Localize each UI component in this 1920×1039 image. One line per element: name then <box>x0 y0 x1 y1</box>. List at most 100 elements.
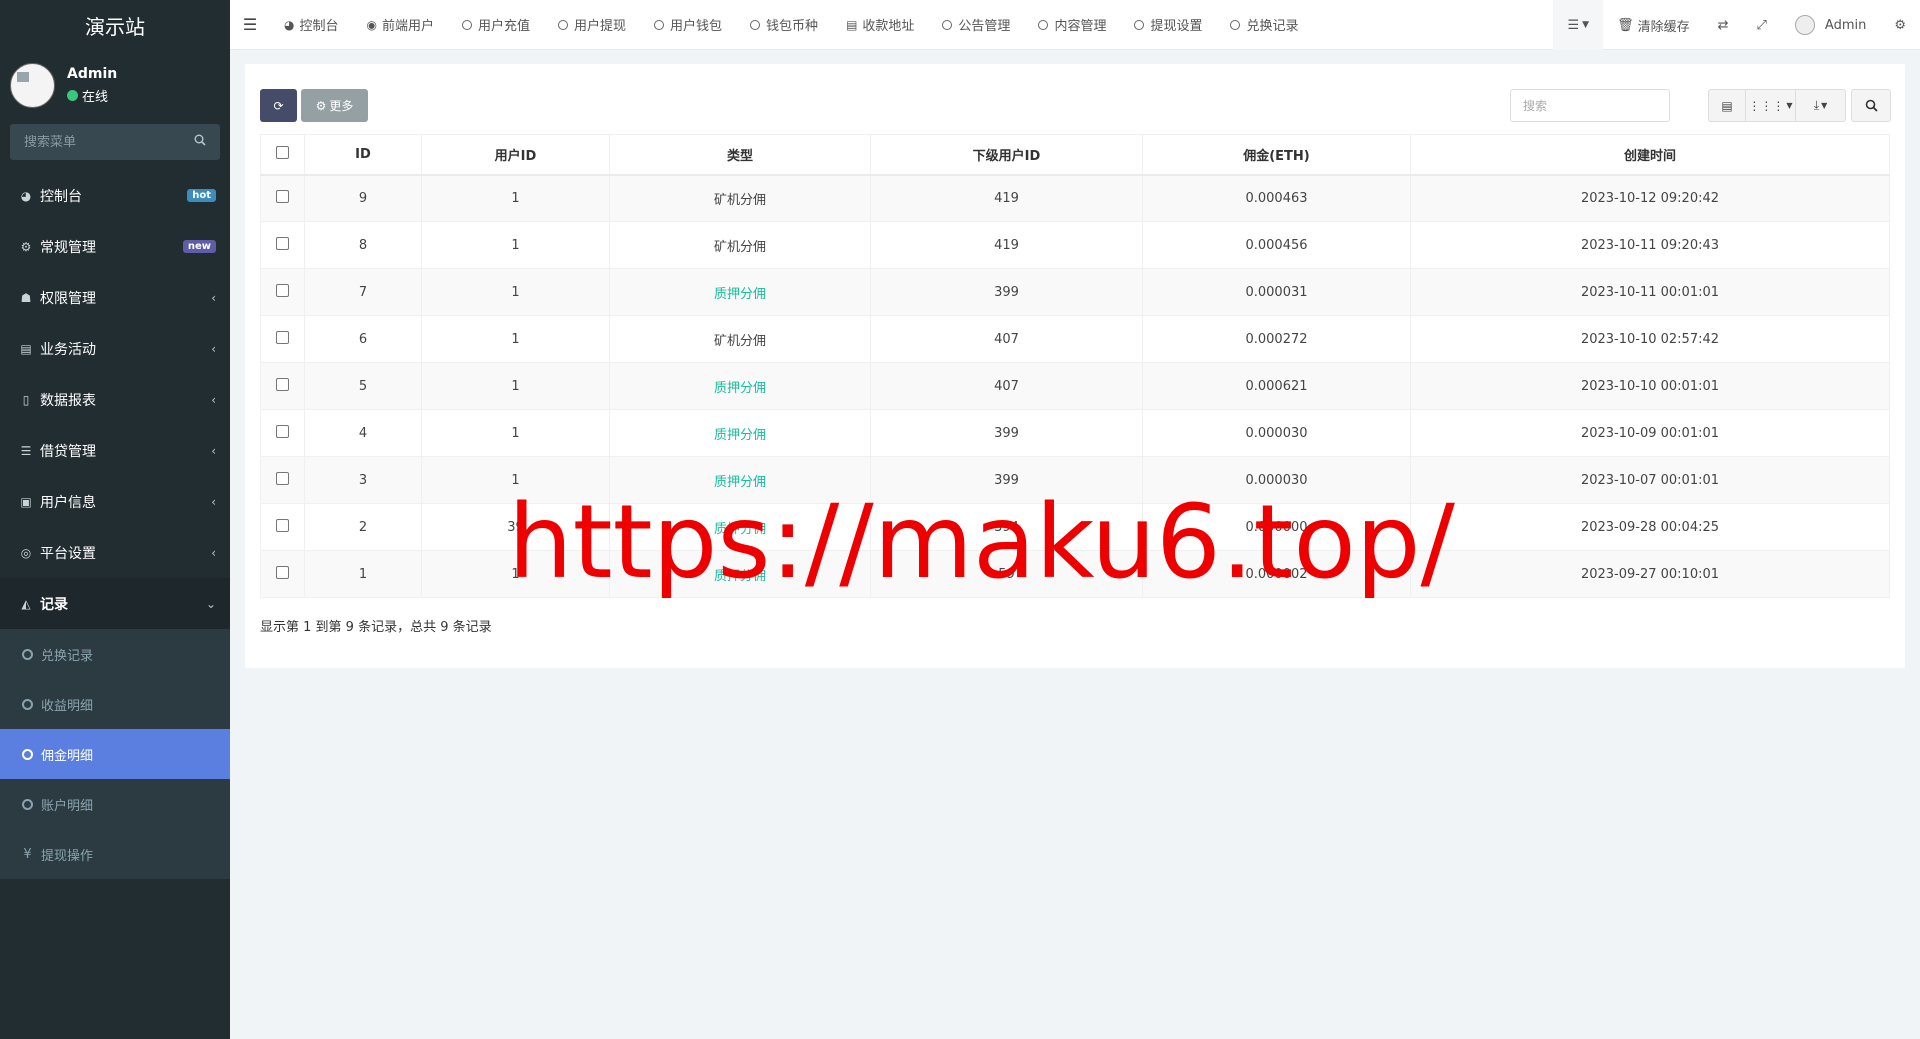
row-select-cell <box>260 221 305 269</box>
row-checkbox[interactable] <box>276 424 289 438</box>
table-row[interactable]: 4 1 质押分佣 399 0.000030 2023-10-09 00:01:01 <box>260 409 1890 457</box>
tab-dashboard[interactable]: ◕ 控制台 <box>270 0 353 50</box>
sidebar-item-users[interactable]: ▣ 用户信息 ‹ <box>0 476 230 527</box>
tab-notice[interactable]: 公告管理 <box>928 0 1024 50</box>
cell-user-id: 1 <box>421 221 610 269</box>
search-icon[interactable] <box>194 134 206 150</box>
tab-wallet[interactable]: 用户钱包 <box>640 0 736 50</box>
tab-recharge[interactable]: 用户充值 <box>448 0 544 50</box>
tabs-dropdown-button[interactable]: ☰ ▼ <box>1553 0 1604 50</box>
col-sub-user-id[interactable]: 下级用户ID <box>870 134 1143 176</box>
row-checkbox[interactable] <box>276 330 289 344</box>
table-row[interactable]: 6 1 矿机分佣 407 0.000272 2023-10-10 02:57:42 <box>260 315 1890 363</box>
more-button[interactable]: ⚙ 更多 <box>301 89 368 122</box>
cell-sub-user-id: 59 <box>870 550 1143 598</box>
cell-sub-user-id: 407 <box>870 362 1143 410</box>
tab-exchange-records[interactable]: 兑换记录 <box>1216 0 1312 50</box>
cell-id: 8 <box>304 221 422 269</box>
row-checkbox[interactable] <box>276 189 289 203</box>
cell-commission: 0.000272 <box>1142 315 1411 363</box>
sidebar-item-dashboard[interactable]: ◕ 控制台 hot <box>0 170 230 221</box>
sidebar-item-auth[interactable]: ☗ 权限管理 ‹ <box>0 272 230 323</box>
circle-icon <box>1134 19 1145 30</box>
tab-frontend-users[interactable]: ◉ 前端用户 <box>353 0 449 50</box>
clear-cache-button[interactable]: 🗑 清除缓存 <box>1603 0 1704 50</box>
table-row[interactable]: 1 1 质押分佣 59 0.000002 2023-09-27 00:10:01 <box>260 550 1890 598</box>
tab-withdraw-settings[interactable]: 提现设置 <box>1120 0 1216 50</box>
search-input[interactable] <box>1510 89 1670 122</box>
menu-toggle-icon[interactable]: ☰ <box>230 15 270 34</box>
refresh-button[interactable]: ⟳ <box>260 89 297 122</box>
col-user-id[interactable]: 用户ID <box>421 134 610 176</box>
fullscreen-icon[interactable]: ⤢ <box>1743 0 1781 50</box>
settings-cogs-icon[interactable]: ⚙ <box>1880 0 1920 50</box>
cell-id: 3 <box>304 456 422 504</box>
chevron-left-icon: ‹ <box>211 290 216 305</box>
sidebar-item-reports[interactable]: ▯ 数据报表 ‹ <box>0 374 230 425</box>
sidebar-item-loans[interactable]: ☰ 借贷管理 ‹ <box>0 425 230 476</box>
circle-icon <box>558 19 569 30</box>
tab-content[interactable]: 内容管理 <box>1024 0 1120 50</box>
table-row[interactable]: 5 1 质押分佣 407 0.000621 2023-10-10 00:01:01 <box>260 362 1890 410</box>
tab-address[interactable]: ▤ 收款地址 <box>832 0 928 50</box>
caret-down-icon: ▼ <box>1786 101 1793 110</box>
select-all-checkbox[interactable] <box>276 145 289 159</box>
download-icon: ⤓ <box>1813 98 1820 112</box>
brand-logo[interactable]: 演示站 <box>0 0 230 50</box>
tab-currency[interactable]: 钱包币种 <box>736 0 832 50</box>
language-icon[interactable]: ⇄ <box>1704 0 1743 50</box>
refresh-icon: ⟳ <box>273 98 284 113</box>
sidebar-subitem-account[interactable]: 账户明细 <box>0 779 230 829</box>
tab-withdraw[interactable]: 用户提现 <box>544 0 640 50</box>
row-checkbox[interactable] <box>276 236 289 250</box>
sidebar-subitem-commission[interactable]: 佣金明细 <box>0 729 230 779</box>
menu-search-input[interactable] <box>24 134 184 150</box>
cell-sub-user-id: 394 <box>870 503 1143 551</box>
col-id[interactable]: ID <box>304 134 422 176</box>
user-panel: Admin 在线 <box>0 50 230 120</box>
table-row[interactable]: 3 1 质押分佣 399 0.000030 2023-10-07 00:01:01 <box>260 456 1890 504</box>
caret-down-icon: ▼ <box>1821 101 1828 110</box>
records-submenu: 兑换记录 收益明细 佣金明细 账户明细 ¥ 提现操作 <box>0 629 230 879</box>
row-checkbox[interactable] <box>276 565 289 579</box>
sidebar-subitem-withdraw[interactable]: ¥ 提现操作 <box>0 829 230 879</box>
columns-button[interactable]: ⋮⋮⋮ ▼ <box>1746 89 1796 122</box>
row-checkbox[interactable] <box>276 518 289 532</box>
toggle-view-button[interactable]: ▤ <box>1708 89 1746 122</box>
row-checkbox[interactable] <box>276 283 289 297</box>
table-row[interactable]: 8 1 矿机分佣 419 0.000456 2023-10-11 09:20:43 <box>260 221 1890 269</box>
table-icon: ▤ <box>1721 98 1733 113</box>
table-row[interactable]: 2 39 质押分佣 394 0.000000 2023-09-28 00:04:25 <box>260 503 1890 551</box>
sidebar-item-platform[interactable]: ◎ 平台设置 ‹ <box>0 527 230 578</box>
cell-commission: 0.000031 <box>1142 268 1411 316</box>
row-checkbox[interactable] <box>276 377 289 391</box>
main-panel: ⟳ ⚙更多 ▤ ⋮⋮⋮▼ ⤓▼ ID 用户ID 类型 下级用户ID 佣金(ETH… <box>245 64 1905 668</box>
row-select-cell <box>260 550 305 598</box>
col-commission[interactable]: 佣金(ETH) <box>1142 134 1411 176</box>
row-select-cell <box>260 409 305 457</box>
sidebar-item-general[interactable]: ⚙ 常规管理 new <box>0 221 230 272</box>
sidebar-subitem-exchange[interactable]: 兑换记录 <box>0 629 230 679</box>
cell-sub-user-id: 419 <box>870 221 1143 269</box>
sidebar-subitem-earnings[interactable]: 收益明细 <box>0 679 230 729</box>
admin-menu[interactable]: Admin <box>1781 0 1880 50</box>
cell-sub-user-id: 407 <box>870 315 1143 363</box>
circle-icon <box>654 19 665 30</box>
table-tools: ▤ ⋮⋮⋮ ▼ ⤓ ▼ <box>1708 89 1846 122</box>
search-button[interactable] <box>1851 89 1891 122</box>
cell-user-id: 1 <box>421 315 610 363</box>
cell-commission: 0.000030 <box>1142 456 1411 504</box>
col-created-at[interactable]: 创建时间 <box>1410 134 1890 176</box>
table-row[interactable]: 7 1 质押分佣 399 0.000031 2023-10-11 00:01:01 <box>260 268 1890 316</box>
chevron-left-icon: ‹ <box>211 341 216 356</box>
sidebar-item-records[interactable]: ◭ 记录 ⌄ <box>0 578 230 629</box>
export-button[interactable]: ⤓ ▼ <box>1796 89 1846 122</box>
row-checkbox[interactable] <box>276 471 289 485</box>
grid-icon: ⋮⋮⋮ <box>1748 98 1785 113</box>
table-row[interactable]: 9 1 矿机分佣 419 0.000463 2023-10-12 09:20:42 <box>260 174 1890 222</box>
col-type[interactable]: 类型 <box>609 134 871 176</box>
sidebar-item-business[interactable]: ▤ 业务活动 ‹ <box>0 323 230 374</box>
yen-icon: ¥ <box>23 846 32 862</box>
row-select-cell <box>260 174 305 222</box>
row-select-cell <box>260 268 305 316</box>
